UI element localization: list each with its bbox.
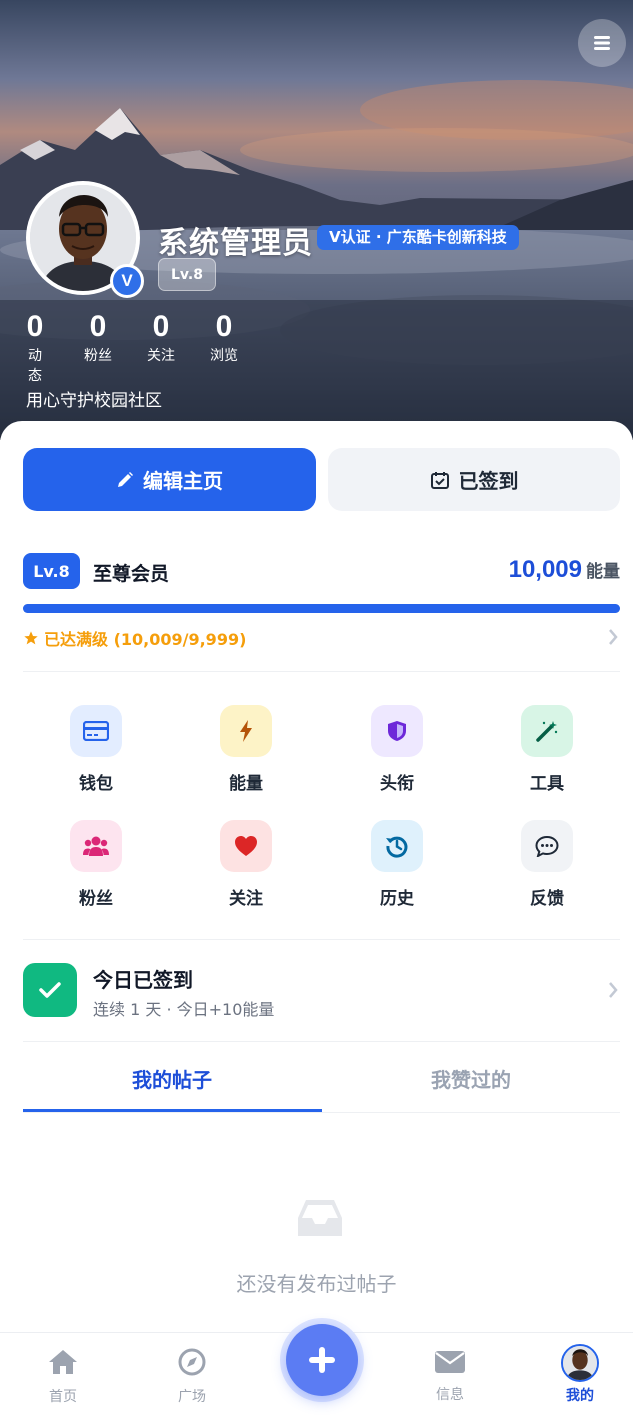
grid-label: 工具: [530, 774, 564, 794]
nav-label: 广场: [178, 1389, 206, 1405]
pencil-icon: [118, 471, 133, 487]
signed-in-label: 已签到: [458, 469, 519, 493]
level-progress-fill: [23, 604, 620, 613]
history-icon: [371, 820, 423, 872]
verified-badge: V: [110, 264, 144, 298]
calendar-check-icon: [430, 471, 449, 489]
level-status[interactable]: 已达满级 (10,009/9,999): [23, 626, 246, 650]
signed-in-button[interactable]: 已签到: [328, 448, 620, 511]
create-post-button[interactable]: [286, 1324, 358, 1396]
shield-icon: [371, 705, 423, 757]
compass-icon: [178, 1348, 206, 1376]
stat-posts[interactable]: 0 动态: [22, 308, 48, 386]
level-progress-bar: [23, 604, 620, 613]
stat-value: 0: [26, 310, 44, 343]
plus-icon: [309, 1347, 335, 1373]
stat-value: 0: [89, 310, 107, 343]
stat-label: 动态: [28, 348, 42, 384]
edit-profile-label: 编辑主页: [143, 469, 223, 493]
grid-item-fans[interactable]: 粉丝: [46, 820, 146, 909]
grid-label: 粉丝: [79, 889, 113, 909]
stat-value: 0: [215, 310, 233, 343]
tab-liked-posts[interactable]: 我赞过的: [322, 1064, 620, 1093]
checkin-title[interactable]: 今日已签到: [93, 964, 193, 993]
nav-label: 信息: [436, 1387, 464, 1403]
chat-icon: [521, 820, 573, 872]
grid-label: 钱包: [79, 774, 113, 794]
energy-value: 10,009: [508, 556, 582, 583]
check-icon: [39, 982, 61, 998]
menu-icon: [594, 36, 610, 50]
stat-views[interactable]: 0 浏览: [210, 308, 238, 366]
grid-label: 能量: [229, 774, 263, 794]
level-pill: Lv.8: [158, 258, 216, 291]
member-level-badge: Lv.8: [23, 553, 80, 589]
magic-wand-icon: [521, 705, 573, 757]
checkin-subtitle: 连续 1 天 · 今日+10能量: [93, 1000, 275, 1019]
verification-badge: V认证 · 广东酷卡创新科技: [317, 225, 519, 250]
grid-label: 关注: [229, 889, 263, 909]
profile-cover: V 系统管理员 V认证 · 广东酷卡创新科技 Lv.8 0 动态 0 粉丝 0 …: [0, 0, 633, 440]
stat-fans[interactable]: 0 粉丝: [84, 308, 112, 366]
bolt-icon: [220, 705, 272, 757]
energy-total: 10,009 能量: [509, 556, 620, 584]
stat-value: 0: [152, 310, 170, 343]
grid-label: 反馈: [530, 889, 564, 909]
checkin-status-icon: [23, 963, 77, 1017]
nav-messages[interactable]: 信息: [410, 1348, 490, 1404]
nav-home[interactable]: 首页: [23, 1348, 103, 1406]
nav-label: 首页: [49, 1389, 77, 1405]
empty-state-text: 还没有发布过帖子: [236, 1272, 397, 1296]
heart-icon: [220, 820, 272, 872]
grid-item-feedback[interactable]: 反馈: [497, 820, 597, 909]
chevron-right-icon[interactable]: [607, 981, 619, 999]
profile-name: 系统管理员: [158, 226, 313, 261]
avatar: [561, 1344, 599, 1382]
energy-unit: 能量: [586, 562, 620, 582]
grid-item-following[interactable]: 关注: [196, 820, 296, 909]
home-icon: [49, 1350, 77, 1374]
nav-square[interactable]: 广场: [152, 1348, 232, 1406]
stat-label: 浏览: [210, 348, 238, 364]
grid-item-title[interactable]: 头衔: [347, 705, 447, 794]
inbox-icon: [298, 1200, 342, 1236]
grid-item-wallet[interactable]: 钱包: [46, 705, 146, 794]
divider: [23, 1041, 620, 1042]
stat-following[interactable]: 0 关注: [147, 308, 175, 366]
grid-item-energy[interactable]: 能量: [196, 705, 296, 794]
grid-item-history[interactable]: 历史: [347, 820, 447, 909]
stat-label: 关注: [147, 348, 175, 364]
profile-bio: 用心守护校园社区: [26, 391, 162, 411]
stat-label: 粉丝: [84, 348, 112, 364]
grid-label: 历史: [380, 889, 414, 909]
divider: [23, 939, 620, 940]
users-icon: [70, 820, 122, 872]
member-title: 至尊会员: [93, 563, 170, 585]
grid-label: 头衔: [380, 774, 414, 794]
tab-my-posts[interactable]: 我的帖子: [23, 1064, 321, 1093]
tabs-divider: [23, 1112, 620, 1113]
nav-me[interactable]: 我的: [540, 1344, 620, 1405]
nav-label: 我的: [566, 1388, 594, 1404]
edit-profile-button[interactable]: 编辑主页: [23, 448, 316, 511]
menu-button[interactable]: [578, 19, 626, 67]
tab-active-indicator: [23, 1109, 322, 1112]
star-icon: [24, 631, 38, 645]
mail-icon: [435, 1351, 465, 1373]
chevron-right-icon[interactable]: [607, 628, 619, 646]
divider: [23, 671, 620, 672]
level-status-text: 已达满级 (10,009/9,999): [44, 630, 247, 649]
wallet-icon: [70, 705, 122, 757]
grid-item-tools[interactable]: 工具: [497, 705, 597, 794]
